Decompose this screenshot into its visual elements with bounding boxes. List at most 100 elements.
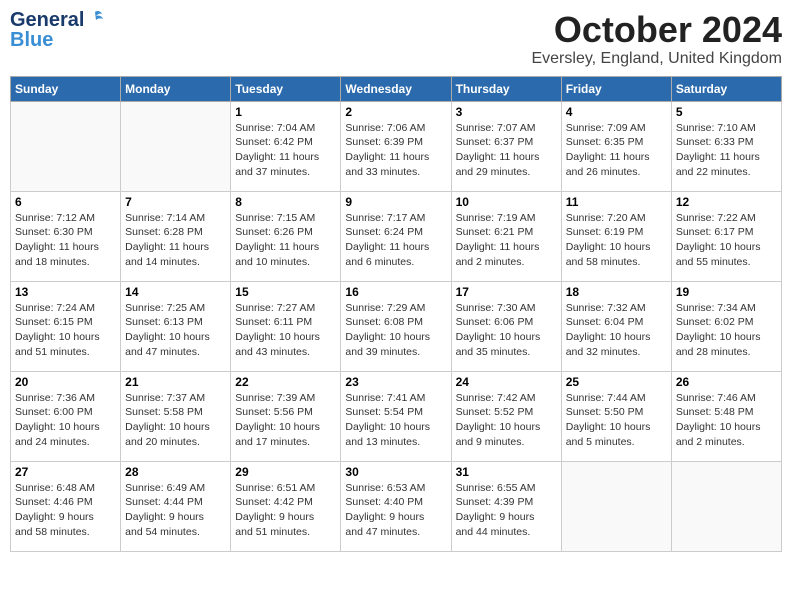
logo-bird-icon <box>86 9 104 27</box>
calendar-week-2: 6 Sunrise: 7:12 AM Sunset: 6:30 PM Daylig… <box>11 191 782 281</box>
day-info: Sunrise: 7:46 AM Sunset: 5:48 PM Dayligh… <box>676 391 777 450</box>
day-info: Sunrise: 7:14 AM Sunset: 6:28 PM Dayligh… <box>125 211 226 270</box>
day-info: Sunrise: 7:15 AM Sunset: 6:26 PM Dayligh… <box>235 211 336 270</box>
calendar-cell: 12 Sunrise: 7:22 AM Sunset: 6:17 PM Dayli… <box>671 191 781 281</box>
title-block: October 2024 Eversley, England, United K… <box>531 10 782 68</box>
calendar-cell: 18 Sunrise: 7:32 AM Sunset: 6:04 PM Dayli… <box>561 281 671 371</box>
day-info: Sunrise: 7:36 AM Sunset: 6:00 PM Dayligh… <box>15 391 116 450</box>
header-cell-friday: Friday <box>561 76 671 101</box>
calendar-body: 1 Sunrise: 7:04 AM Sunset: 6:42 PM Daylig… <box>11 101 782 551</box>
logo: General Blue <box>10 10 104 50</box>
logo-general: General <box>10 10 84 30</box>
day-number: 13 <box>15 285 116 299</box>
day-number: 10 <box>456 195 557 209</box>
calendar-cell: 29 Sunrise: 6:51 AM Sunset: 4:42 PM Dayli… <box>231 461 341 551</box>
day-info: Sunrise: 7:22 AM Sunset: 6:17 PM Dayligh… <box>676 211 777 270</box>
day-number: 26 <box>676 375 777 389</box>
calendar-week-5: 27 Sunrise: 6:48 AM Sunset: 4:46 PM Dayli… <box>11 461 782 551</box>
day-info: Sunrise: 7:06 AM Sunset: 6:39 PM Dayligh… <box>345 121 446 180</box>
day-info: Sunrise: 6:55 AM Sunset: 4:39 PM Dayligh… <box>456 481 557 540</box>
day-number: 25 <box>566 375 667 389</box>
calendar-table: SundayMondayTuesdayWednesdayThursdayFrid… <box>10 76 782 552</box>
day-number: 18 <box>566 285 667 299</box>
day-number: 31 <box>456 465 557 479</box>
calendar-cell: 26 Sunrise: 7:46 AM Sunset: 5:48 PM Dayli… <box>671 371 781 461</box>
day-number: 24 <box>456 375 557 389</box>
day-info: Sunrise: 7:29 AM Sunset: 6:08 PM Dayligh… <box>345 301 446 360</box>
day-info: Sunrise: 7:10 AM Sunset: 6:33 PM Dayligh… <box>676 121 777 180</box>
day-number: 30 <box>345 465 446 479</box>
calendar-cell: 14Sunrise: 7:25 AM Sunset: 6:13 PM Dayli… <box>121 281 231 371</box>
page-header: General Blue October 2024 Eversley, Engl… <box>10 10 782 68</box>
header-cell-wednesday: Wednesday <box>341 76 451 101</box>
calendar-header: SundayMondayTuesdayWednesdayThursdayFrid… <box>11 76 782 101</box>
day-info: Sunrise: 7:12 AM Sunset: 6:30 PM Dayligh… <box>15 211 116 270</box>
calendar-cell: 6 Sunrise: 7:12 AM Sunset: 6:30 PM Daylig… <box>11 191 121 281</box>
header-cell-monday: Monday <box>121 76 231 101</box>
day-number: 28 <box>125 465 226 479</box>
calendar-cell: 5 Sunrise: 7:10 AM Sunset: 6:33 PM Daylig… <box>671 101 781 191</box>
day-info: Sunrise: 7:37 AM Sunset: 5:58 PM Dayligh… <box>125 391 226 450</box>
day-number: 22 <box>235 375 336 389</box>
calendar-cell: 8 Sunrise: 7:15 AM Sunset: 6:26 PM Daylig… <box>231 191 341 281</box>
calendar-cell: 7Sunrise: 7:14 AM Sunset: 6:28 PM Daylig… <box>121 191 231 281</box>
calendar-cell: 22 Sunrise: 7:39 AM Sunset: 5:56 PM Dayli… <box>231 371 341 461</box>
calendar-cell: 20Sunrise: 7:36 AM Sunset: 6:00 PM Dayli… <box>11 371 121 461</box>
calendar-week-3: 13 Sunrise: 7:24 AM Sunset: 6:15 PM Dayli… <box>11 281 782 371</box>
header-row: SundayMondayTuesdayWednesdayThursdayFrid… <box>11 76 782 101</box>
calendar-cell: 3 Sunrise: 7:07 AM Sunset: 6:37 PM Daylig… <box>451 101 561 191</box>
day-info: Sunrise: 7:42 AM Sunset: 5:52 PM Dayligh… <box>456 391 557 450</box>
calendar-cell: 13 Sunrise: 7:24 AM Sunset: 6:15 PM Dayli… <box>11 281 121 371</box>
day-info: Sunrise: 7:30 AM Sunset: 6:06 PM Dayligh… <box>456 301 557 360</box>
day-info: Sunrise: 7:39 AM Sunset: 5:56 PM Dayligh… <box>235 391 336 450</box>
logo-blue: Blue <box>10 30 53 50</box>
day-info: Sunrise: 7:44 AM Sunset: 5:50 PM Dayligh… <box>566 391 667 450</box>
day-number: 19 <box>676 285 777 299</box>
day-number: 12 <box>676 195 777 209</box>
day-info: Sunrise: 7:27 AM Sunset: 6:11 PM Dayligh… <box>235 301 336 360</box>
calendar-cell: 27 Sunrise: 6:48 AM Sunset: 4:46 PM Dayli… <box>11 461 121 551</box>
header-cell-saturday: Saturday <box>671 76 781 101</box>
header-cell-thursday: Thursday <box>451 76 561 101</box>
day-info: Sunrise: 7:17 AM Sunset: 6:24 PM Dayligh… <box>345 211 446 270</box>
calendar-week-1: 1 Sunrise: 7:04 AM Sunset: 6:42 PM Daylig… <box>11 101 782 191</box>
location: Eversley, England, United Kingdom <box>531 50 782 68</box>
calendar-cell <box>561 461 671 551</box>
day-number: 6 <box>15 195 116 209</box>
calendar-cell: 25 Sunrise: 7:44 AM Sunset: 5:50 PM Dayli… <box>561 371 671 461</box>
day-number: 5 <box>676 105 777 119</box>
day-number: 4 <box>566 105 667 119</box>
day-info: Sunrise: 7:07 AM Sunset: 6:37 PM Dayligh… <box>456 121 557 180</box>
calendar-cell: 30 Sunrise: 6:53 AM Sunset: 4:40 PM Dayli… <box>341 461 451 551</box>
day-number: 27 <box>15 465 116 479</box>
calendar-cell: 28 Sunrise: 6:49 AM Sunset: 4:44 PM Dayli… <box>121 461 231 551</box>
calendar-cell: 10Sunrise: 7:19 AM Sunset: 6:21 PM Dayli… <box>451 191 561 281</box>
day-info: Sunrise: 7:32 AM Sunset: 6:04 PM Dayligh… <box>566 301 667 360</box>
day-info: Sunrise: 7:41 AM Sunset: 5:54 PM Dayligh… <box>345 391 446 450</box>
calendar-cell: 17 Sunrise: 7:30 AM Sunset: 6:06 PM Dayli… <box>451 281 561 371</box>
day-number: 29 <box>235 465 336 479</box>
day-info: Sunrise: 6:48 AM Sunset: 4:46 PM Dayligh… <box>15 481 116 540</box>
day-number: 8 <box>235 195 336 209</box>
day-number: 3 <box>456 105 557 119</box>
calendar-cell: 4Sunrise: 7:09 AM Sunset: 6:35 PM Daylig… <box>561 101 671 191</box>
calendar-cell: 19 Sunrise: 7:34 AM Sunset: 6:02 PM Dayli… <box>671 281 781 371</box>
day-number: 2 <box>345 105 446 119</box>
day-number: 1 <box>235 105 336 119</box>
day-info: Sunrise: 7:34 AM Sunset: 6:02 PM Dayligh… <box>676 301 777 360</box>
day-info: Sunrise: 6:49 AM Sunset: 4:44 PM Dayligh… <box>125 481 226 540</box>
day-info: Sunrise: 7:04 AM Sunset: 6:42 PM Dayligh… <box>235 121 336 180</box>
day-number: 17 <box>456 285 557 299</box>
day-number: 9 <box>345 195 446 209</box>
header-cell-sunday: Sunday <box>11 76 121 101</box>
day-number: 14 <box>125 285 226 299</box>
day-number: 11 <box>566 195 667 209</box>
calendar-cell: 1 Sunrise: 7:04 AM Sunset: 6:42 PM Daylig… <box>231 101 341 191</box>
day-number: 23 <box>345 375 446 389</box>
calendar-cell: 16Sunrise: 7:29 AM Sunset: 6:08 PM Dayli… <box>341 281 451 371</box>
calendar-cell: 31 Sunrise: 6:55 AM Sunset: 4:39 PM Dayli… <box>451 461 561 551</box>
day-info: Sunrise: 6:51 AM Sunset: 4:42 PM Dayligh… <box>235 481 336 540</box>
day-info: Sunrise: 7:24 AM Sunset: 6:15 PM Dayligh… <box>15 301 116 360</box>
month-title: October 2024 <box>531 10 782 50</box>
day-info: Sunrise: 6:53 AM Sunset: 4:40 PM Dayligh… <box>345 481 446 540</box>
